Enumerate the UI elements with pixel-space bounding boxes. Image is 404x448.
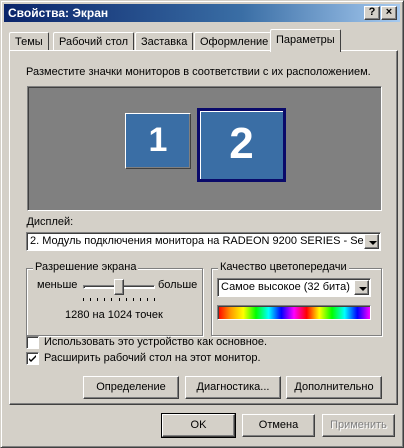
resolution-less-label: меньше bbox=[37, 279, 78, 291]
primary-device-label: Использовать это устройство как основное… bbox=[44, 336, 268, 348]
extend-desktop-label: Расширить рабочий стол на этот монитор. bbox=[44, 352, 261, 364]
tab-screensaver[interactable]: Заставка bbox=[135, 32, 194, 52]
resolution-group-label: Разрешение экрана bbox=[33, 261, 139, 273]
ok-button[interactable]: OK bbox=[161, 413, 236, 438]
color-dropdown-button[interactable] bbox=[354, 280, 369, 295]
slider-tick bbox=[83, 298, 84, 301]
display-properties-window: Свойства: Экран ? × Темы Рабочий стол За… bbox=[0, 0, 404, 448]
resolution-more-label: больше bbox=[158, 279, 198, 291]
cancel-button[interactable]: Отмена bbox=[242, 414, 315, 437]
apply-button[interactable]: Применить bbox=[322, 414, 395, 437]
help-button[interactable]: ? bbox=[364, 6, 380, 20]
resolution-slider[interactable] bbox=[83, 279, 155, 301]
monitor-arrangement-area[interactable]: 1 2 bbox=[27, 86, 382, 211]
chevron-down-icon bbox=[369, 241, 377, 245]
slider-tick bbox=[140, 298, 141, 301]
tab-label: Заставка bbox=[141, 36, 188, 48]
display-label: ДДисплей: bbox=[26, 216, 74, 228]
monitor-1[interactable]: 1 bbox=[125, 113, 191, 169]
troubleshoot-button[interactable]: Диагностика... bbox=[185, 376, 281, 399]
slider-tick bbox=[111, 298, 112, 301]
color-quality-value: Самое высокое (32 бита) bbox=[221, 281, 350, 293]
display-select[interactable]: 2. Модуль подключения монитора на RADEON… bbox=[26, 232, 381, 251]
help-icon: ? bbox=[368, 6, 376, 18]
slider-tick bbox=[133, 298, 134, 301]
window-title: Свойства: Экран bbox=[8, 6, 109, 20]
display-label-text: Дисплей: bbox=[26, 216, 74, 228]
slider-tick bbox=[126, 298, 127, 301]
close-icon: × bbox=[385, 6, 393, 18]
monitor-1-number: 1 bbox=[148, 121, 168, 159]
color-quality-select[interactable]: Самое высокое (32 бита) bbox=[217, 278, 371, 297]
extend-desktop-checkbox[interactable] bbox=[26, 352, 39, 365]
slider-thumb[interactable] bbox=[114, 279, 124, 295]
tab-appearance[interactable]: Оформление bbox=[194, 32, 275, 52]
monitor-2[interactable]: 2 bbox=[197, 108, 286, 182]
display-select-value: 2. Модуль подключения монитора на RADEON… bbox=[30, 235, 364, 247]
display-dropdown-button[interactable] bbox=[364, 234, 379, 249]
slider-ticks bbox=[83, 298, 155, 301]
advanced-button[interactable]: Дополнительно bbox=[286, 376, 382, 399]
title-bar[interactable]: Свойства: Экран ? × bbox=[4, 4, 400, 22]
identify-button[interactable]: Определение bbox=[83, 376, 179, 399]
slider-tick bbox=[154, 298, 155, 301]
slider-tick bbox=[119, 298, 120, 301]
primary-device-checkbox-row[interactable]: Использовать это устройство как основное… bbox=[26, 335, 286, 351]
color-spectrum-bar bbox=[217, 305, 371, 320]
color-quality-group-label: Качество цветопередачи bbox=[218, 261, 349, 273]
checkmark-icon bbox=[29, 355, 36, 362]
close-button[interactable]: × bbox=[381, 6, 397, 20]
slider-tick bbox=[104, 298, 105, 301]
tab-settings[interactable]: Параметры bbox=[270, 29, 341, 52]
slider-tick bbox=[147, 298, 148, 301]
tab-label: Темы bbox=[15, 36, 43, 48]
chevron-down-icon bbox=[359, 287, 367, 291]
extend-desktop-checkbox-row[interactable]: Расширить рабочий стол на этот монитор. bbox=[26, 351, 286, 367]
settings-panel: Разместите значки мониторов в соответств… bbox=[9, 50, 398, 405]
resolution-value: 1280 на 1024 точек bbox=[65, 309, 163, 321]
tab-themes[interactable]: Темы bbox=[9, 32, 49, 52]
tab-label: Параметры bbox=[276, 34, 335, 46]
slider-tick bbox=[90, 298, 91, 301]
instructions-text: Разместите значки мониторов в соответств… bbox=[26, 66, 371, 78]
tab-desktop[interactable]: Рабочий стол bbox=[53, 32, 135, 52]
tab-label: Рабочий стол bbox=[59, 36, 129, 48]
primary-device-checkbox[interactable] bbox=[26, 336, 39, 349]
monitor-2-number: 2 bbox=[229, 119, 254, 168]
tab-label: Оформление bbox=[200, 36, 269, 48]
slider-tick bbox=[97, 298, 98, 301]
